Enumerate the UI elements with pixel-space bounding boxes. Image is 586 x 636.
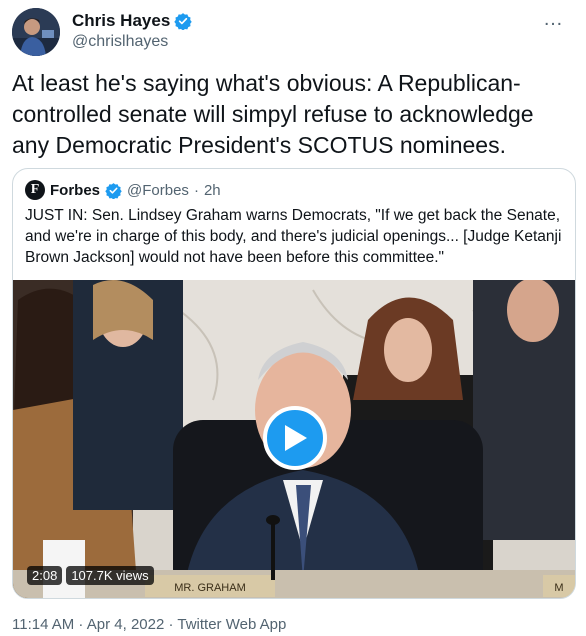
video-nameplate-right: M — [554, 582, 563, 594]
author-name[interactable]: Chris Hayes — [72, 11, 170, 31]
avatar-photo — [12, 8, 60, 56]
tweet-text: At least he's saying what's obvious: A R… — [12, 70, 534, 158]
quote-separator: · — [193, 181, 199, 199]
tweet-meta[interactable]: 11:14 AM · Apr 4, 2022 · Twitter Web App — [12, 616, 286, 633]
quoted-tweet[interactable]: F Forbes @Forbes · 2h JUST IN: Sen. Lind… — [12, 168, 576, 599]
video-player[interactable]: MR. GRAHAM M 2:08 107.7K views — [13, 280, 575, 598]
video-stats: 2:08 107.7K views — [27, 566, 154, 585]
quote-text: JUST IN: Sen. Lindsey Graham warns Democ… — [25, 207, 562, 266]
quote-author-handle[interactable]: @Forbes — [127, 182, 189, 199]
play-button[interactable] — [263, 406, 327, 470]
author-name-row: Chris Hayes — [72, 11, 192, 31]
forbes-logo-icon: F — [25, 180, 45, 200]
video-views: 107.7K views — [66, 566, 154, 585]
quote-verified-badge-icon — [105, 182, 122, 199]
more-options-icon[interactable]: … — [543, 8, 564, 31]
verified-badge-icon — [174, 13, 192, 30]
avatar[interactable] — [12, 8, 60, 56]
quote-header: F Forbes @Forbes · 2h — [25, 180, 221, 200]
play-icon — [285, 425, 307, 451]
video-duration: 2:08 — [27, 566, 63, 585]
quote-author-name[interactable]: Forbes — [50, 182, 100, 199]
video-nameplate: MR. GRAHAM — [174, 582, 246, 594]
quote-timestamp[interactable]: 2h — [204, 182, 221, 199]
author-handle[interactable]: @chrislhayes — [72, 33, 168, 51]
